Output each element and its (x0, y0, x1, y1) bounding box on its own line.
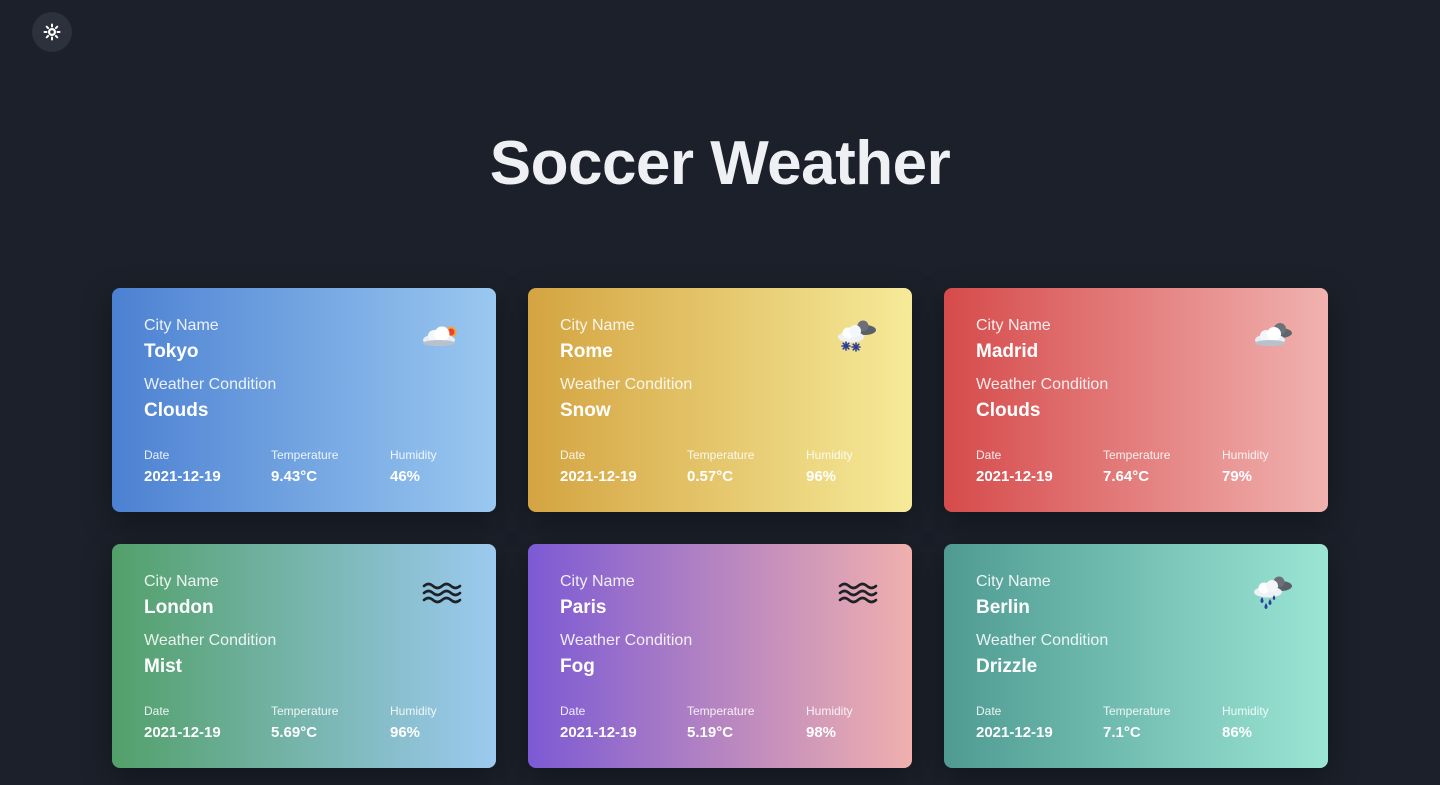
weather-condition-value: Fog (560, 656, 595, 677)
weather-card-tokyo[interactable]: City Name Tokyo Weather Condition Clouds… (112, 288, 496, 512)
temperature-label: Temperature (687, 704, 755, 718)
date-value: 2021-12-19 (560, 724, 637, 741)
weather-condition-value: Mist (144, 656, 182, 677)
weather-card-paris[interactable]: City Name Paris Weather Condition Fog Da… (528, 544, 912, 768)
temperature-value: 9.43°C (271, 468, 318, 485)
date-value: 2021-12-19 (976, 724, 1053, 741)
city-name-label: City Name (144, 317, 219, 334)
humidity-value: 96% (806, 468, 837, 485)
date-value: 2021-12-19 (144, 724, 221, 741)
humidity-value: 96% (390, 724, 421, 741)
weather-card-berlin[interactable]: City Name Berlin Weather Condition Drizz… (944, 544, 1328, 768)
temperature-label: Temperature (271, 448, 339, 462)
temperature-label: Temperature (1103, 448, 1171, 462)
city-name-value: Rome (560, 341, 613, 362)
weather-condition-value: Clouds (976, 400, 1041, 421)
city-name-label: City Name (560, 317, 635, 334)
date-label: Date (976, 448, 1002, 462)
temperature-label: Temperature (271, 704, 339, 718)
snow-cloud-icon (834, 316, 880, 356)
humidity-value: 98% (806, 724, 837, 741)
humidity-label: Humidity (1222, 704, 1269, 718)
city-name-value: Paris (560, 597, 607, 618)
weather-condition-label: Weather Condition (976, 376, 1109, 393)
weather-condition-value: Drizzle (976, 656, 1038, 677)
humidity-label: Humidity (390, 704, 437, 718)
city-name-value: Berlin (976, 597, 1030, 618)
date-value: 2021-12-19 (144, 468, 221, 485)
weather-card-london[interactable]: City Name London Weather Condition Mist … (112, 544, 496, 768)
humidity-value: 46% (390, 468, 421, 485)
weather-condition-label: Weather Condition (976, 632, 1109, 649)
mist-icon (418, 572, 464, 612)
weather-condition-value: Clouds (144, 400, 209, 421)
date-label: Date (560, 448, 586, 462)
temperature-value: 7.1°C (1103, 724, 1141, 741)
temperature-value: 5.19°C (687, 724, 734, 741)
humidity-value: 86% (1222, 724, 1253, 741)
weather-condition-label: Weather Condition (560, 376, 693, 393)
weather-card-rome[interactable]: City Name Rome Weather Condition Snow Da… (528, 288, 912, 512)
date-label: Date (144, 448, 170, 462)
humidity-label: Humidity (1222, 448, 1269, 462)
sun-icon (43, 23, 61, 41)
city-name-label: City Name (976, 573, 1051, 590)
weather-card-madrid[interactable]: City Name Madrid Weather Condition Cloud… (944, 288, 1328, 512)
weather-condition-label: Weather Condition (560, 632, 693, 649)
temperature-value: 5.69°C (271, 724, 318, 741)
date-value: 2021-12-19 (560, 468, 637, 485)
humidity-value: 79% (1222, 468, 1253, 485)
city-name-label: City Name (976, 317, 1051, 334)
fog-icon (834, 572, 880, 612)
date-label: Date (144, 704, 170, 718)
cloud-sun-icon (418, 316, 464, 356)
date-label: Date (560, 704, 586, 718)
date-label: Date (976, 704, 1002, 718)
weather-condition-label: Weather Condition (144, 632, 277, 649)
rain-cloud-icon (1250, 572, 1296, 612)
city-name-value: London (144, 597, 214, 618)
temperature-label: Temperature (1103, 704, 1171, 718)
city-name-label: City Name (560, 573, 635, 590)
date-value: 2021-12-19 (976, 468, 1053, 485)
city-name-label: City Name (144, 573, 219, 590)
humidity-label: Humidity (806, 448, 853, 462)
temperature-value: 0.57°C (687, 468, 734, 485)
page-title: Soccer Weather (489, 129, 951, 198)
humidity-label: Humidity (806, 704, 853, 718)
city-name-value: Tokyo (144, 341, 199, 362)
humidity-label: Humidity (390, 448, 437, 462)
temperature-label: Temperature (687, 448, 755, 462)
weather-condition-label: Weather Condition (144, 376, 277, 393)
theme-toggle-button[interactable] (32, 12, 72, 52)
weather-condition-value: Snow (560, 400, 611, 421)
city-name-value: Madrid (976, 341, 1039, 362)
cloud-icon (1250, 316, 1296, 356)
temperature-value: 7.64°C (1103, 468, 1150, 485)
